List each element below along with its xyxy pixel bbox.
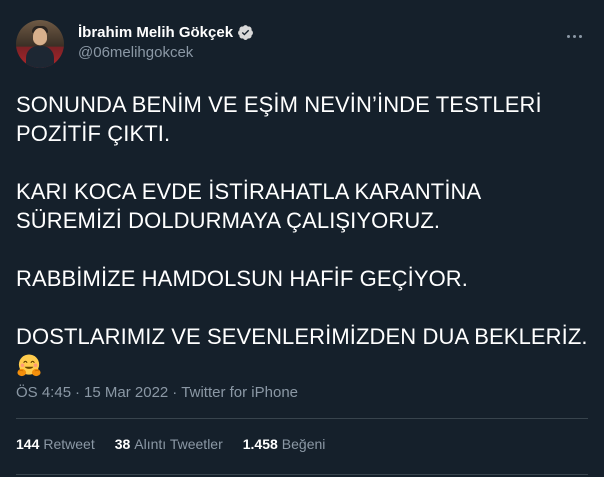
meta-separator: ·	[172, 384, 178, 401]
retweets-label: Retweet	[43, 436, 95, 452]
tweet-paragraph: DOSTLARIMIZ VE SEVENLERİMİZDEN DUA BEKLE…	[16, 324, 588, 349]
quotes-stat[interactable]: 38 Alıntı Tweetler	[115, 436, 223, 452]
tweet-paragraph: KARI KOCA EVDE İSTİRAHATLA KARANTİNA SÜR…	[16, 179, 481, 233]
retweets-count: 144	[16, 436, 40, 452]
more-dot	[572, 34, 576, 38]
tweet-source[interactable]: Twitter for iPhone	[181, 384, 298, 401]
tweet-stats: 144 Retweet 38 Alıntı Tweetler 1.458 Beğ…	[16, 436, 325, 452]
tweet-header: İbrahim Melih Gökçek @06melihgokcek	[16, 16, 588, 74]
likes-label: Beğeni	[281, 436, 326, 452]
more-dot	[566, 34, 570, 38]
more-options-icon[interactable]	[562, 28, 586, 44]
tweet-text: SONUNDA BENİM VE EŞİM NEVİN’İNDE TESTLER…	[16, 90, 588, 381]
author-names: İbrahim Melih Gökçek @06melihgokcek	[78, 24, 254, 61]
tweet-paragraph: RABBİMİZE HAMDOLSUN HAFİF GEÇİYOR.	[16, 266, 469, 291]
tweet-meta: ÖS 4:45 · 15 Mar 2022 · Twitter for iPho…	[16, 384, 298, 401]
hugging-face-emoji-icon	[17, 354, 41, 377]
avatar[interactable]	[16, 20, 64, 68]
meta-separator: ·	[75, 384, 81, 401]
more-dot	[578, 34, 582, 38]
tweet-paragraph: SONUNDA BENİM VE EŞİM NEVİN’İNDE TESTLER…	[16, 92, 542, 146]
divider	[16, 474, 588, 475]
avatar-face	[33, 28, 47, 45]
quotes-label: Alıntı Tweetler	[134, 436, 223, 452]
name-row: İbrahim Melih Gökçek	[78, 24, 254, 41]
tweet-time[interactable]: ÖS 4:45	[16, 384, 71, 401]
quotes-count: 38	[114, 436, 131, 452]
divider	[16, 418, 588, 419]
avatar-suit	[26, 46, 54, 68]
emoji-row	[16, 351, 588, 381]
display-name[interactable]: İbrahim Melih Gökçek	[78, 24, 233, 41]
handle[interactable]: @06melihgokcek	[78, 44, 254, 61]
verified-badge-icon	[238, 25, 253, 40]
retweets-stat[interactable]: 144 Retweet	[16, 436, 95, 452]
likes-stat[interactable]: 1.458 Beğeni	[243, 436, 326, 452]
likes-count: 1.458	[242, 436, 278, 452]
tweet-card: İbrahim Melih Gökçek @06melihgokcek SONU…	[0, 0, 604, 477]
tweet-date[interactable]: 15 Mar 2022	[84, 384, 168, 401]
